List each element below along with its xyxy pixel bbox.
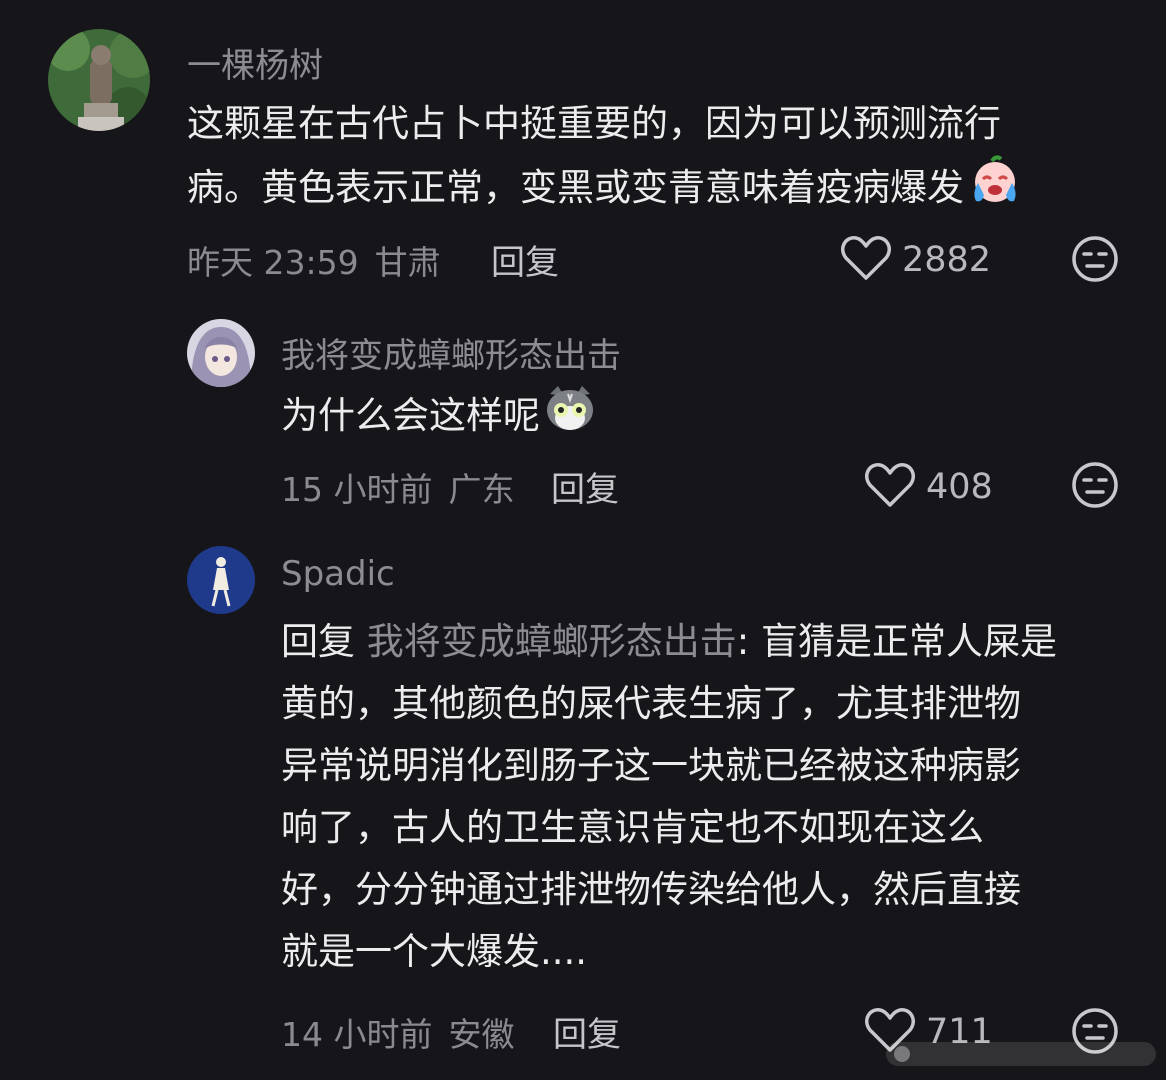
shocked-cat-emoji-icon [544, 384, 596, 451]
comment-text: 回复 我将变成蟑螂形态出击: 盲猜是正常人屎是 黄的，其他颜色的屎代表生病了，尤… [281, 611, 1141, 983]
reply-button[interactable]: 回复 [551, 462, 619, 511]
dislike-button[interactable] [1070, 460, 1120, 514]
comment-line: 黄的，其他颜色的屎代表生病了，尤其排泄物 [281, 682, 1021, 725]
comment-line: 病。黄色表示正常，变黑或变青意味着疫病爆发 [187, 155, 1147, 224]
timestamp: 15 小时前 [281, 470, 433, 509]
reply-prefix: 回复 [281, 620, 355, 663]
heart-icon [840, 234, 892, 286]
meh-face-icon [1070, 236, 1120, 288]
comment-line: 响了，古人的卫生意识肯定也不如现在这么 [281, 806, 984, 849]
username[interactable]: Spadic [281, 554, 395, 594]
reply-to-username[interactable]: 我将变成蟑螂形态出击 [367, 620, 737, 663]
like-button[interactable]: 2882 [840, 234, 991, 286]
avatar[interactable] [48, 29, 150, 131]
comment-text: 这颗星在古代占卜中挺重要的，因为可以预测流行 病。黄色表示正常，变黑或变青意味着… [187, 93, 1147, 224]
location: 安徽 [448, 1015, 515, 1054]
crying-laughing-emoji-icon [968, 155, 1022, 224]
comment-meta: 昨天 23:59 甘肃 [187, 236, 441, 284]
like-button[interactable]: 408 [864, 461, 993, 513]
avatar[interactable] [187, 319, 255, 387]
comment-meta: 15 小时前 广东 [281, 463, 514, 511]
comment-line: 回复 我将变成蟑螂形态出击: 盲猜是正常人屎是 [281, 620, 1057, 663]
comment-line: 好，分分钟通过排泄物传染给他人，然后直接 [281, 868, 1021, 911]
comment-line: 异常说明消化到肠子这一块就已经被这种病影 [281, 744, 1021, 787]
comment-line: 这颗星在古代占卜中挺重要的，因为可以预测流行 [187, 102, 1001, 145]
like-count: 2882 [902, 240, 992, 280]
comment-line: 为什么会这样呢 [281, 384, 1131, 451]
comment-item: 我将变成蟑螂形态出击 为什么会这样呢 15 小时前 广东 回复 408 [0, 300, 1166, 530]
heart-icon [864, 461, 916, 513]
reply-button[interactable]: 回复 [553, 1007, 621, 1056]
meh-face-icon [1070, 462, 1120, 514]
avatar[interactable] [187, 546, 255, 614]
timestamp: 昨天 23:59 [187, 243, 359, 282]
reply-button[interactable]: 回复 [491, 235, 559, 284]
timestamp: 14 小时前 [281, 1015, 433, 1054]
username[interactable]: 我将变成蟑螂形态出击 [281, 328, 621, 377]
location: 甘肃 [374, 243, 441, 282]
comment-meta: 14 小时前 安徽 [281, 1008, 514, 1056]
like-count: 408 [926, 467, 993, 507]
dislike-button[interactable] [1070, 234, 1120, 288]
comment-item: Spadic 回复 我将变成蟑螂形态出击: 盲猜是正常人屎是 黄的，其他颜色的屎… [0, 530, 1166, 1080]
comment-line: 就是一个大爆发.... [281, 930, 588, 973]
comment-text: 为什么会这样呢 [281, 384, 1131, 451]
watermark [886, 1036, 1156, 1072]
username[interactable]: 一棵杨树 [187, 38, 323, 87]
location: 广东 [448, 470, 515, 509]
comment-item: 一棵杨树 这颗星在古代占卜中挺重要的，因为可以预测流行 病。黄色表示正常，变黑或… [0, 0, 1166, 300]
